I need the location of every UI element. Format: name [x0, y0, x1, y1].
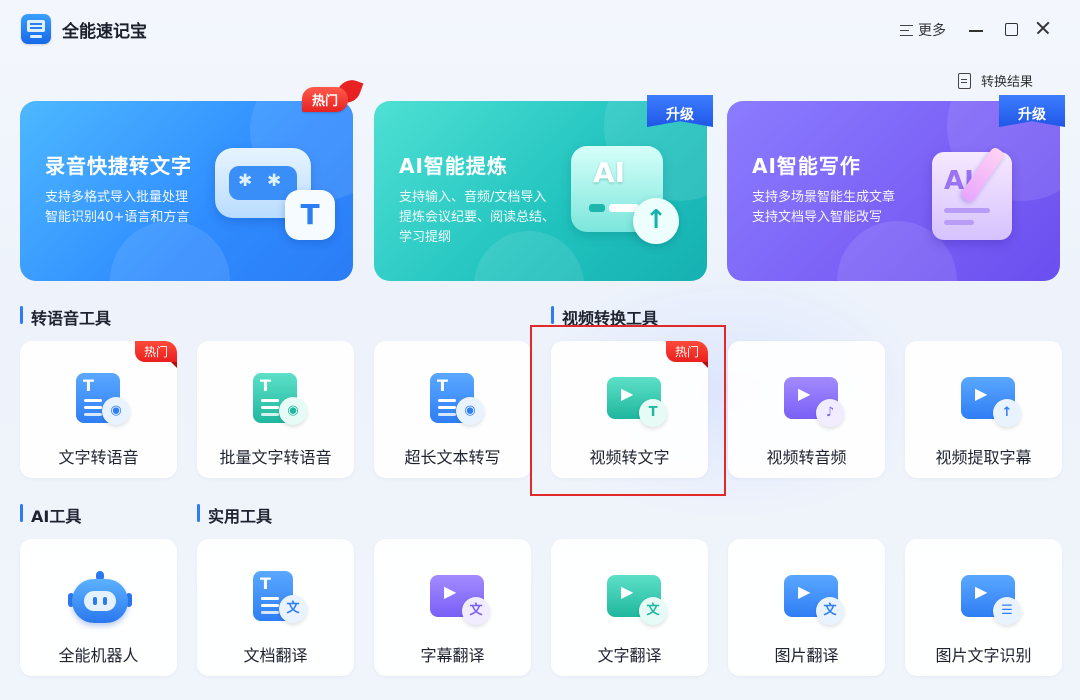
conversion-results-label: 转换结果	[981, 75, 1034, 90]
banner-title: 录音快捷转文字	[45, 154, 192, 178]
tool-subtitle-translate[interactable]: 文 字幕翻译	[374, 539, 531, 676]
tool-label: 字幕翻译	[420, 646, 485, 665]
robot-icon	[68, 571, 132, 627]
tool-all-in-one-robot[interactable]: 全能机器人	[20, 539, 177, 676]
conversion-results-button[interactable]: 转换结果	[958, 71, 1033, 90]
tool-video-to-text[interactable]: T 视频转文字 热门	[551, 341, 708, 478]
maximize-icon[interactable]	[1003, 20, 1019, 36]
batch-text-to-speech-icon: ◉	[253, 373, 307, 427]
image-ocr-icon: ☰	[961, 571, 1021, 625]
tool-document-translate[interactable]: 文 文档翻译	[197, 539, 354, 676]
tool-text-translate[interactable]: 文 文字翻译	[551, 539, 708, 676]
app-logo-icon	[21, 14, 51, 44]
hot-badge: 热门	[290, 75, 364, 117]
tool-long-text-transcribe[interactable]: ◉ 超长文本转写	[374, 341, 531, 478]
ai-screen-icon: AI ↑	[571, 146, 681, 246]
extract-subtitles-icon: ↑	[961, 373, 1021, 427]
tool-batch-text-to-speech[interactable]: ◉ 批量文字转语音	[197, 341, 354, 478]
tool-label: 文档翻译	[243, 646, 308, 665]
tool-label: 视频转音频	[766, 448, 847, 467]
section-title-utility-tools: 实用工具	[197, 503, 272, 527]
menu-icon	[900, 24, 913, 36]
video-to-audio-icon: ♪	[784, 373, 844, 427]
document-translate-icon: 文	[253, 571, 307, 625]
ai-writing-icon: AI	[932, 146, 1032, 246]
tool-text-to-speech[interactable]: ◉ 文字转语音 热门	[20, 341, 177, 478]
app-title: 全能速记宝	[62, 22, 147, 42]
tool-label: 视频转文字	[589, 448, 670, 467]
tool-video-to-audio[interactable]: ♪ 视频转音频	[728, 341, 885, 478]
banner-description: 支持输入、音频/文档导入 提炼会议纪要、阅读总结、 学习提纲	[399, 190, 556, 245]
title-bar: 全能速记宝 更多	[0, 0, 1080, 60]
tool-image-ocr[interactable]: ☰ 图片文字识别	[905, 539, 1062, 676]
subtitle-translate-icon: 文	[430, 571, 490, 625]
tool-image-translate[interactable]: 文 图片翻译	[728, 539, 885, 676]
close-icon[interactable]	[1035, 20, 1051, 36]
banner-title: AI智能提炼	[399, 154, 508, 178]
document-icon	[958, 72, 971, 89]
tool-label: 视频提取字幕	[935, 448, 1032, 467]
section-title-speech-tools: 转语音工具	[20, 305, 111, 329]
hot-badge: 热门	[134, 341, 177, 362]
long-text-icon: ◉	[430, 373, 484, 427]
video-to-text-icon: T	[607, 373, 667, 427]
more-menu-button[interactable]: 更多	[900, 20, 946, 40]
section-title-video-tools: 视频转换工具	[551, 305, 658, 329]
text-translate-icon: 文	[607, 571, 667, 625]
tool-label: 文字翻译	[597, 646, 662, 665]
tool-label: 超长文本转写	[404, 448, 501, 467]
tool-video-extract-subtitles[interactable]: ↑ 视频提取字幕	[905, 341, 1062, 478]
banner-description: 支持多场景智能生成文章 支持文档导入智能改写	[752, 190, 896, 225]
minimize-icon[interactable]	[968, 20, 984, 36]
image-translate-icon: 文	[784, 571, 844, 625]
more-label: 更多	[918, 23, 946, 39]
tool-label: 图片翻译	[774, 646, 839, 665]
tool-label: 全能机器人	[58, 646, 139, 665]
hot-badge: 热门	[665, 341, 708, 362]
text-t-icon: T	[285, 190, 335, 240]
voice-bubble-icon: T	[215, 148, 335, 244]
section-title-ai-tools: AI工具	[20, 503, 81, 527]
banner-title: AI智能写作	[752, 154, 861, 178]
upgrade-badge: 升级	[647, 95, 713, 129]
text-to-speech-icon: ◉	[76, 373, 130, 427]
tool-label: 批量文字转语音	[219, 448, 332, 467]
tool-label: 图片文字识别	[935, 646, 1032, 665]
tool-label: 文字转语音	[58, 448, 139, 467]
upload-arrow-icon: ↑	[633, 198, 679, 244]
upgrade-badge: 升级	[999, 95, 1065, 129]
banner-audio-to-text[interactable]: 录音快捷转文字 支持多格式导入批量处理 智能识别40+语言和方言 T	[20, 101, 353, 281]
